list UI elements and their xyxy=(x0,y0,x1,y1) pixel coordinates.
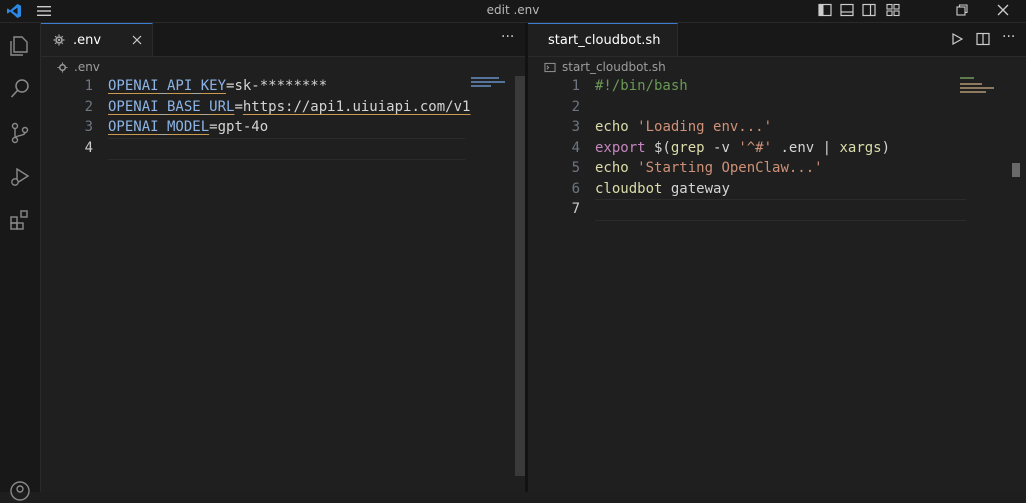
token-cmd: xargs xyxy=(839,139,882,156)
close-icon[interactable] xyxy=(132,35,142,45)
line-number: 4 xyxy=(84,139,93,156)
split-editor-icon[interactable] xyxy=(976,32,990,46)
tab-label: start_cloudbot.sh xyxy=(548,32,661,48)
terminal-icon xyxy=(544,62,556,72)
line-number: 6 xyxy=(571,180,580,197)
breadcrumb-file[interactable]: start_cloudbot.sh xyxy=(562,60,666,74)
line-text: export $(grep -v '^#' .env | xargs) xyxy=(595,138,890,159)
token-plain: gateway xyxy=(662,180,730,197)
line-number: 3 xyxy=(84,119,93,135)
token-kw: export xyxy=(595,139,646,156)
breadcrumb[interactable]: start_cloudbot.sh xyxy=(544,58,666,76)
restore-window-icon[interactable] xyxy=(955,3,969,17)
editor-group-left: .env ··· .env 1 OPENAI_API_KEY=sk-*******… xyxy=(41,23,525,492)
code-editor-right[interactable]: 1 #!/bin/bash 2 3 echo 'Loading env...' 4 expo… xyxy=(528,76,1026,221)
token-cmd: grep xyxy=(670,139,705,156)
code-line[interactable]: 4 xyxy=(41,137,525,160)
sidebar-left-icon[interactable] xyxy=(818,3,832,17)
line-number: 4 xyxy=(571,139,580,156)
run-debug-icon[interactable] xyxy=(8,165,32,189)
token-val: sk-******** xyxy=(234,78,328,94)
code-line[interactable]: 7 xyxy=(528,199,1026,221)
search-icon[interactable] xyxy=(8,77,32,101)
tab-strip-right: start_cloudbot.sh ··· xyxy=(528,23,1026,57)
current-line-highlight xyxy=(595,199,966,221)
accounts-icon[interactable] xyxy=(8,479,32,503)
tab-strip-left: .env ··· xyxy=(41,23,525,57)
more-actions-icon[interactable]: ··· xyxy=(1002,30,1016,46)
token-op: = xyxy=(209,119,218,135)
token-plain: -v xyxy=(704,139,739,156)
source-control-icon[interactable] xyxy=(8,121,32,145)
code-line[interactable]: 6 cloudbot gateway xyxy=(528,179,1026,200)
editor-actions-left: ··· xyxy=(501,30,515,46)
breadcrumb[interactable]: .env xyxy=(57,58,100,76)
breadcrumb-file[interactable]: .env xyxy=(74,60,100,74)
line-text: OPENAI_BASE_URL=https://api1.uiuiapi.com… xyxy=(108,97,470,118)
line-number: 2 xyxy=(571,98,580,115)
minimap-right[interactable] xyxy=(960,76,1000,93)
gear-icon xyxy=(57,61,68,73)
line-number: 2 xyxy=(84,98,93,115)
panel-bottom-icon[interactable] xyxy=(840,3,854,17)
token-plain: .env | xyxy=(772,139,840,156)
code-line[interactable]: 3 OPENAI_MODEL=gpt-4o xyxy=(41,117,525,138)
sidebar-right-icon[interactable] xyxy=(862,3,876,17)
code-line[interactable]: 3 echo 'Loading env...' xyxy=(528,117,1026,138)
explorer-icon[interactable] xyxy=(8,34,32,58)
token-url: https://api1.uiuiapi.com/v1 xyxy=(242,98,471,115)
token-var: OPENAI_BASE_URL xyxy=(108,98,235,115)
line-text: OPENAI_API_KEY=sk-******** xyxy=(108,76,327,97)
code-editor-left[interactable]: 1 OPENAI_API_KEY=sk-******** 2 OPENAI_BASE_… xyxy=(41,76,525,160)
token-comment: #!/bin/bash xyxy=(595,78,688,94)
gear-icon xyxy=(53,34,65,46)
token-op: = xyxy=(234,98,243,115)
token-str: '^#' xyxy=(738,139,773,156)
scrollbar-left[interactable] xyxy=(515,76,525,476)
token-cmd: cloudbot xyxy=(595,180,663,197)
line-text: echo 'Starting OpenClaw...' xyxy=(595,158,823,179)
activity-bar xyxy=(0,23,41,501)
token-var: OPENAI_MODEL xyxy=(108,119,210,135)
token-cmd: echo xyxy=(595,119,629,135)
line-number: 3 xyxy=(571,119,580,135)
line-text: OPENAI_MODEL=gpt-4o xyxy=(108,117,268,138)
run-icon[interactable] xyxy=(950,32,964,46)
token-plain: $( xyxy=(645,139,671,156)
editor-actions-right: ··· xyxy=(950,30,1016,46)
code-line[interactable]: 4 export $(grep -v '^#' .env | xargs) xyxy=(528,138,1026,159)
token-cmd: echo xyxy=(595,160,629,176)
line-text: echo 'Loading env...' xyxy=(595,117,772,138)
code-line[interactable]: 5 echo 'Starting OpenClaw...' xyxy=(528,158,1026,179)
line-number: 7 xyxy=(571,201,580,217)
line-number: 5 xyxy=(571,160,580,176)
line-text: cloudbot gateway xyxy=(595,179,730,200)
close-window-icon[interactable] xyxy=(996,3,1010,17)
editor-group-right: start_cloudbot.sh ··· start_cloudbot.sh … xyxy=(528,23,1026,492)
token-plain: ) xyxy=(881,139,891,156)
scrollbar-right[interactable] xyxy=(1012,163,1020,177)
code-line[interactable]: 1 #!/bin/bash xyxy=(528,76,1026,97)
tab-label: .env xyxy=(73,32,102,48)
tab-env[interactable]: .env xyxy=(41,23,153,56)
minimap-left[interactable] xyxy=(471,76,511,92)
extensions-icon[interactable] xyxy=(8,208,32,232)
code-line[interactable]: 1 OPENAI_API_KEY=sk-******** xyxy=(41,76,525,97)
code-line[interactable]: 2 xyxy=(528,97,1026,118)
tab-start-cloudbot[interactable]: start_cloudbot.sh xyxy=(528,23,678,56)
token-str: 'Starting OpenClaw...' xyxy=(637,160,823,176)
token-var: OPENAI_API_KEY xyxy=(108,78,227,94)
token-str: 'Loading env...' xyxy=(637,119,773,135)
layout-icon[interactable] xyxy=(886,3,900,17)
line-number: 1 xyxy=(84,78,93,94)
line-text: #!/bin/bash xyxy=(595,76,688,97)
title-bar: edit .env xyxy=(0,0,1026,23)
more-actions-icon[interactable]: ··· xyxy=(501,30,515,46)
current-line-highlight xyxy=(108,137,465,160)
code-line[interactable]: 2 OPENAI_BASE_URL=https://api1.uiuiapi.co… xyxy=(41,97,525,118)
line-number: 1 xyxy=(571,78,580,94)
token-val: gpt-4o xyxy=(217,119,269,135)
